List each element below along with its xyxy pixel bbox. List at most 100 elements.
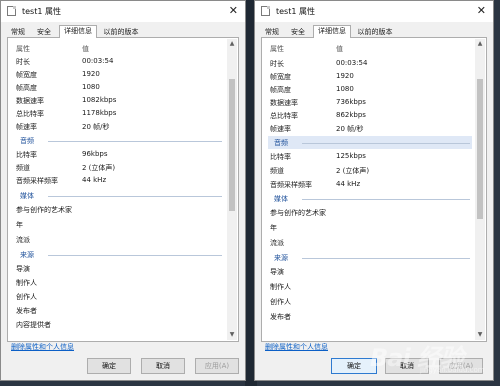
list-item[interactable]: 比特率 96kbps [14,148,224,161]
close-icon[interactable]: ✕ [477,4,486,18]
list-item[interactable]: 参与创作的艺术家 [14,203,224,216]
scroll-up-icon[interactable]: ▲ [475,39,485,49]
list-item[interactable]: 音频采样频率 44 kHz [268,178,472,191]
tab-security[interactable]: 安全 [287,26,309,37]
list-item[interactable]: 制作人 [268,280,472,293]
list-item[interactable]: 频道 2 (立体声) [14,161,224,174]
list-item[interactable]: 发布者 [14,304,224,317]
property-name: 音频采样频率 [16,177,58,185]
property-value: 1082kbps [82,96,117,104]
vertical-scrollbar[interactable]: ▲ ▼ [475,39,485,340]
list-item[interactable]: 内容提供者 [14,318,224,331]
scroll-up-icon[interactable]: ▲ [227,39,237,49]
section-divider [302,258,470,259]
scroll-down-icon[interactable]: ▼ [475,330,485,340]
tab-security[interactable]: 安全 [33,26,55,37]
list-item[interactable]: 数据速率 1082kbps [14,94,224,107]
property-list: 属性 值 时长 00:03:54 帧宽度 1920 帧高度 1080 数据速率 1082… [14,42,224,339]
property-value: 862kbps [336,111,366,119]
property-name: 数据速率 [16,97,44,105]
remove-properties-link[interactable]: 删除属性和个人信息 [265,342,328,352]
list-item[interactable]: 创作人 [268,295,472,308]
list-header[interactable]: 属性 值 [268,42,472,55]
property-name: 参与创作的艺术家 [16,206,72,214]
property-name: 比特率 [270,153,291,161]
tab-general[interactable]: 常规 [261,26,283,37]
scroll-thumb[interactable] [229,79,235,211]
property-name: 数据速率 [270,99,298,107]
list-item[interactable]: 帧高度 1080 [14,81,224,94]
property-value: 2 (立体声) [82,164,116,172]
details-panel: 属性 值 时长 00:03:54 帧宽度 1920 帧高度 1080 数据速率 1082… [7,37,239,342]
list-item[interactable]: 年 [268,221,472,234]
property-name: 比特率 [16,151,37,159]
list-item[interactable]: 帧速率 20 帧/秒 [14,120,224,133]
list-item[interactable]: 导演 [14,262,224,275]
list-item[interactable]: 时长 00:03:54 [14,55,224,68]
list-item[interactable]: 参与创作的艺术家 [268,206,472,219]
tab-general[interactable]: 常规 [7,26,29,37]
property-name: 帧宽度 [16,71,37,79]
property-name: 时长 [270,60,284,68]
tab-previous-versions[interactable]: 以前的版本 [353,26,397,37]
cancel-button[interactable]: 取消 [141,358,185,374]
list-item[interactable]: 发布者 [268,310,472,323]
tab-details[interactable]: 详细信息 [313,25,351,38]
column-header-value: 值 [336,45,343,53]
list-item[interactable]: 帧宽度 1920 [14,68,224,81]
list-item[interactable]: 比特率 125kbps [268,150,472,163]
section-divider [48,141,222,142]
list-header[interactable]: 属性 值 [14,42,224,55]
property-name: 频道 [16,164,30,172]
file-icon [261,6,270,16]
list-item[interactable]: 帧高度 1080 [268,83,472,96]
section-header-media: 媒体 [268,192,472,205]
list-item[interactable]: 年 [14,218,224,231]
apply-button[interactable]: 应用(A) [195,358,239,374]
property-value: 1178kbps [82,109,117,117]
property-value: 2 (立体声) [336,167,370,175]
title-bar[interactable]: test1 属性 ✕ [255,1,493,22]
list-item[interactable]: 制作人 [14,276,224,289]
list-item[interactable]: 频道 2 (立体声) [268,164,472,177]
list-item[interactable]: 帧宽度 1920 [268,70,472,83]
close-icon[interactable]: ✕ [229,4,238,18]
section-divider [48,255,222,256]
property-value: 736kbps [336,98,366,106]
vertical-scrollbar[interactable]: ▲ ▼ [227,39,237,340]
title-bar[interactable]: test1 属性 ✕ [1,1,245,22]
list-item[interactable]: 流派 [268,236,472,249]
property-name: 流派 [270,239,284,247]
list-item[interactable]: 总比特率 1178kbps [14,107,224,120]
scroll-thumb[interactable] [477,79,483,219]
list-item[interactable]: 流派 [14,233,224,246]
property-name: 总比特率 [16,110,44,118]
section-header-audio: 音频 [268,136,472,149]
properties-dialog-left: test1 属性 ✕ 常规 安全 详细信息 以前的版本 属性 值 时长 00:03… [0,0,246,381]
property-value: 00:03:54 [336,59,368,67]
list-item[interactable]: 帧速率 20 帧/秒 [268,122,472,135]
ok-button[interactable]: 确定 [87,358,131,374]
tab-previous-versions[interactable]: 以前的版本 [99,26,143,37]
section-header-origin: 来源 [14,248,224,261]
property-name: 参与创作的艺术家 [270,209,326,217]
list-item[interactable]: 时长 00:03:54 [268,57,472,70]
remove-properties-link[interactable]: 删除属性和个人信息 [11,342,74,352]
list-item[interactable]: 总比特率 862kbps [268,109,472,122]
property-name: 音频采样频率 [270,181,312,189]
section-divider [302,143,470,144]
list-item[interactable]: 音频采样频率 44 kHz [14,174,224,187]
list-item[interactable]: 导演 [268,265,472,278]
scroll-down-icon[interactable]: ▼ [227,330,237,340]
tab-details[interactable]: 详细信息 [59,25,97,38]
property-name: 内容提供者 [16,321,51,329]
list-item[interactable]: 数据速率 736kbps [268,96,472,109]
property-name: 年 [270,224,277,232]
property-name: 流派 [16,236,30,244]
property-name: 年 [16,221,23,229]
section-header-audio: 音频 [14,134,224,147]
property-list: 属性 值 时长 00:03:54 帧宽度 1920 帧高度 1080 数据速率 736k… [268,42,472,339]
property-value: 1080 [82,83,100,91]
section-title: 媒体 [20,192,34,200]
list-item[interactable]: 创作人 [14,290,224,303]
